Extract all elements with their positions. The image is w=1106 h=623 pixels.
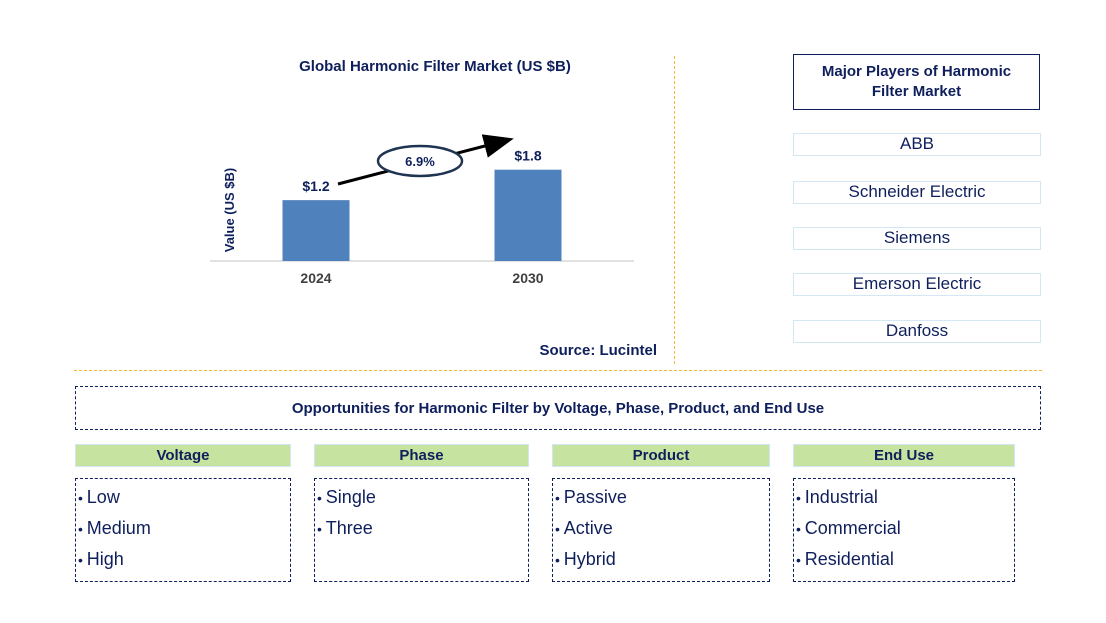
list-item: Passive — [553, 482, 769, 513]
category-list-voltage: Low Medium High — [75, 478, 291, 582]
vertical-divider — [674, 56, 675, 364]
player-item: Danfoss — [793, 320, 1041, 343]
list-item: Three — [315, 513, 528, 544]
list-item: High — [76, 544, 290, 575]
list-item: Active — [553, 513, 769, 544]
player-item: Schneider Electric — [793, 181, 1041, 204]
players-title: Major Players of Harmonic Filter Market — [793, 54, 1040, 110]
list-item: Single — [315, 482, 528, 513]
list-item: Low — [76, 482, 290, 513]
x-tick-label: 2030 — [512, 270, 543, 286]
x-tick-label: 2024 — [300, 270, 331, 286]
list-item: Commercial — [794, 513, 1014, 544]
player-item: Siemens — [793, 227, 1041, 250]
y-axis-label: Value (US $B) — [222, 168, 237, 253]
opportunities-title: Opportunities for Harmonic Filter by Vol… — [75, 386, 1041, 430]
list-item: Medium — [76, 513, 290, 544]
source-label: Source: Lucintel — [539, 342, 657, 359]
category-list-product: Passive Active Hybrid — [552, 478, 770, 582]
category-header-end-use: End Use — [793, 444, 1015, 467]
data-label: $1.2 — [302, 178, 329, 194]
category-list-phase: Single Three — [314, 478, 529, 582]
cagr-annotation: 6.9% — [337, 134, 514, 186]
category-header-product: Product — [552, 444, 770, 467]
player-item: Emerson Electric — [793, 273, 1041, 296]
cagr-label: 6.9% — [405, 154, 435, 169]
bar-2030 — [494, 169, 562, 261]
bar-2024 — [282, 200, 350, 261]
player-item: ABB — [793, 133, 1041, 156]
bar-chart: Value (US $B) $1.2 2024 $1.8 2030 6.9% — [210, 134, 634, 286]
list-item: Industrial — [794, 482, 1014, 513]
horizontal-divider — [74, 370, 1042, 371]
category-header-phase: Phase — [314, 444, 529, 467]
category-header-voltage: Voltage — [75, 444, 291, 467]
category-list-end-use: Industrial Commercial Residential — [793, 478, 1015, 582]
chart-title: Global Harmonic Filter Market (US $B) — [299, 58, 571, 75]
data-label: $1.8 — [514, 148, 541, 164]
list-item: Hybrid — [553, 544, 769, 575]
list-item: Residential — [794, 544, 1014, 575]
